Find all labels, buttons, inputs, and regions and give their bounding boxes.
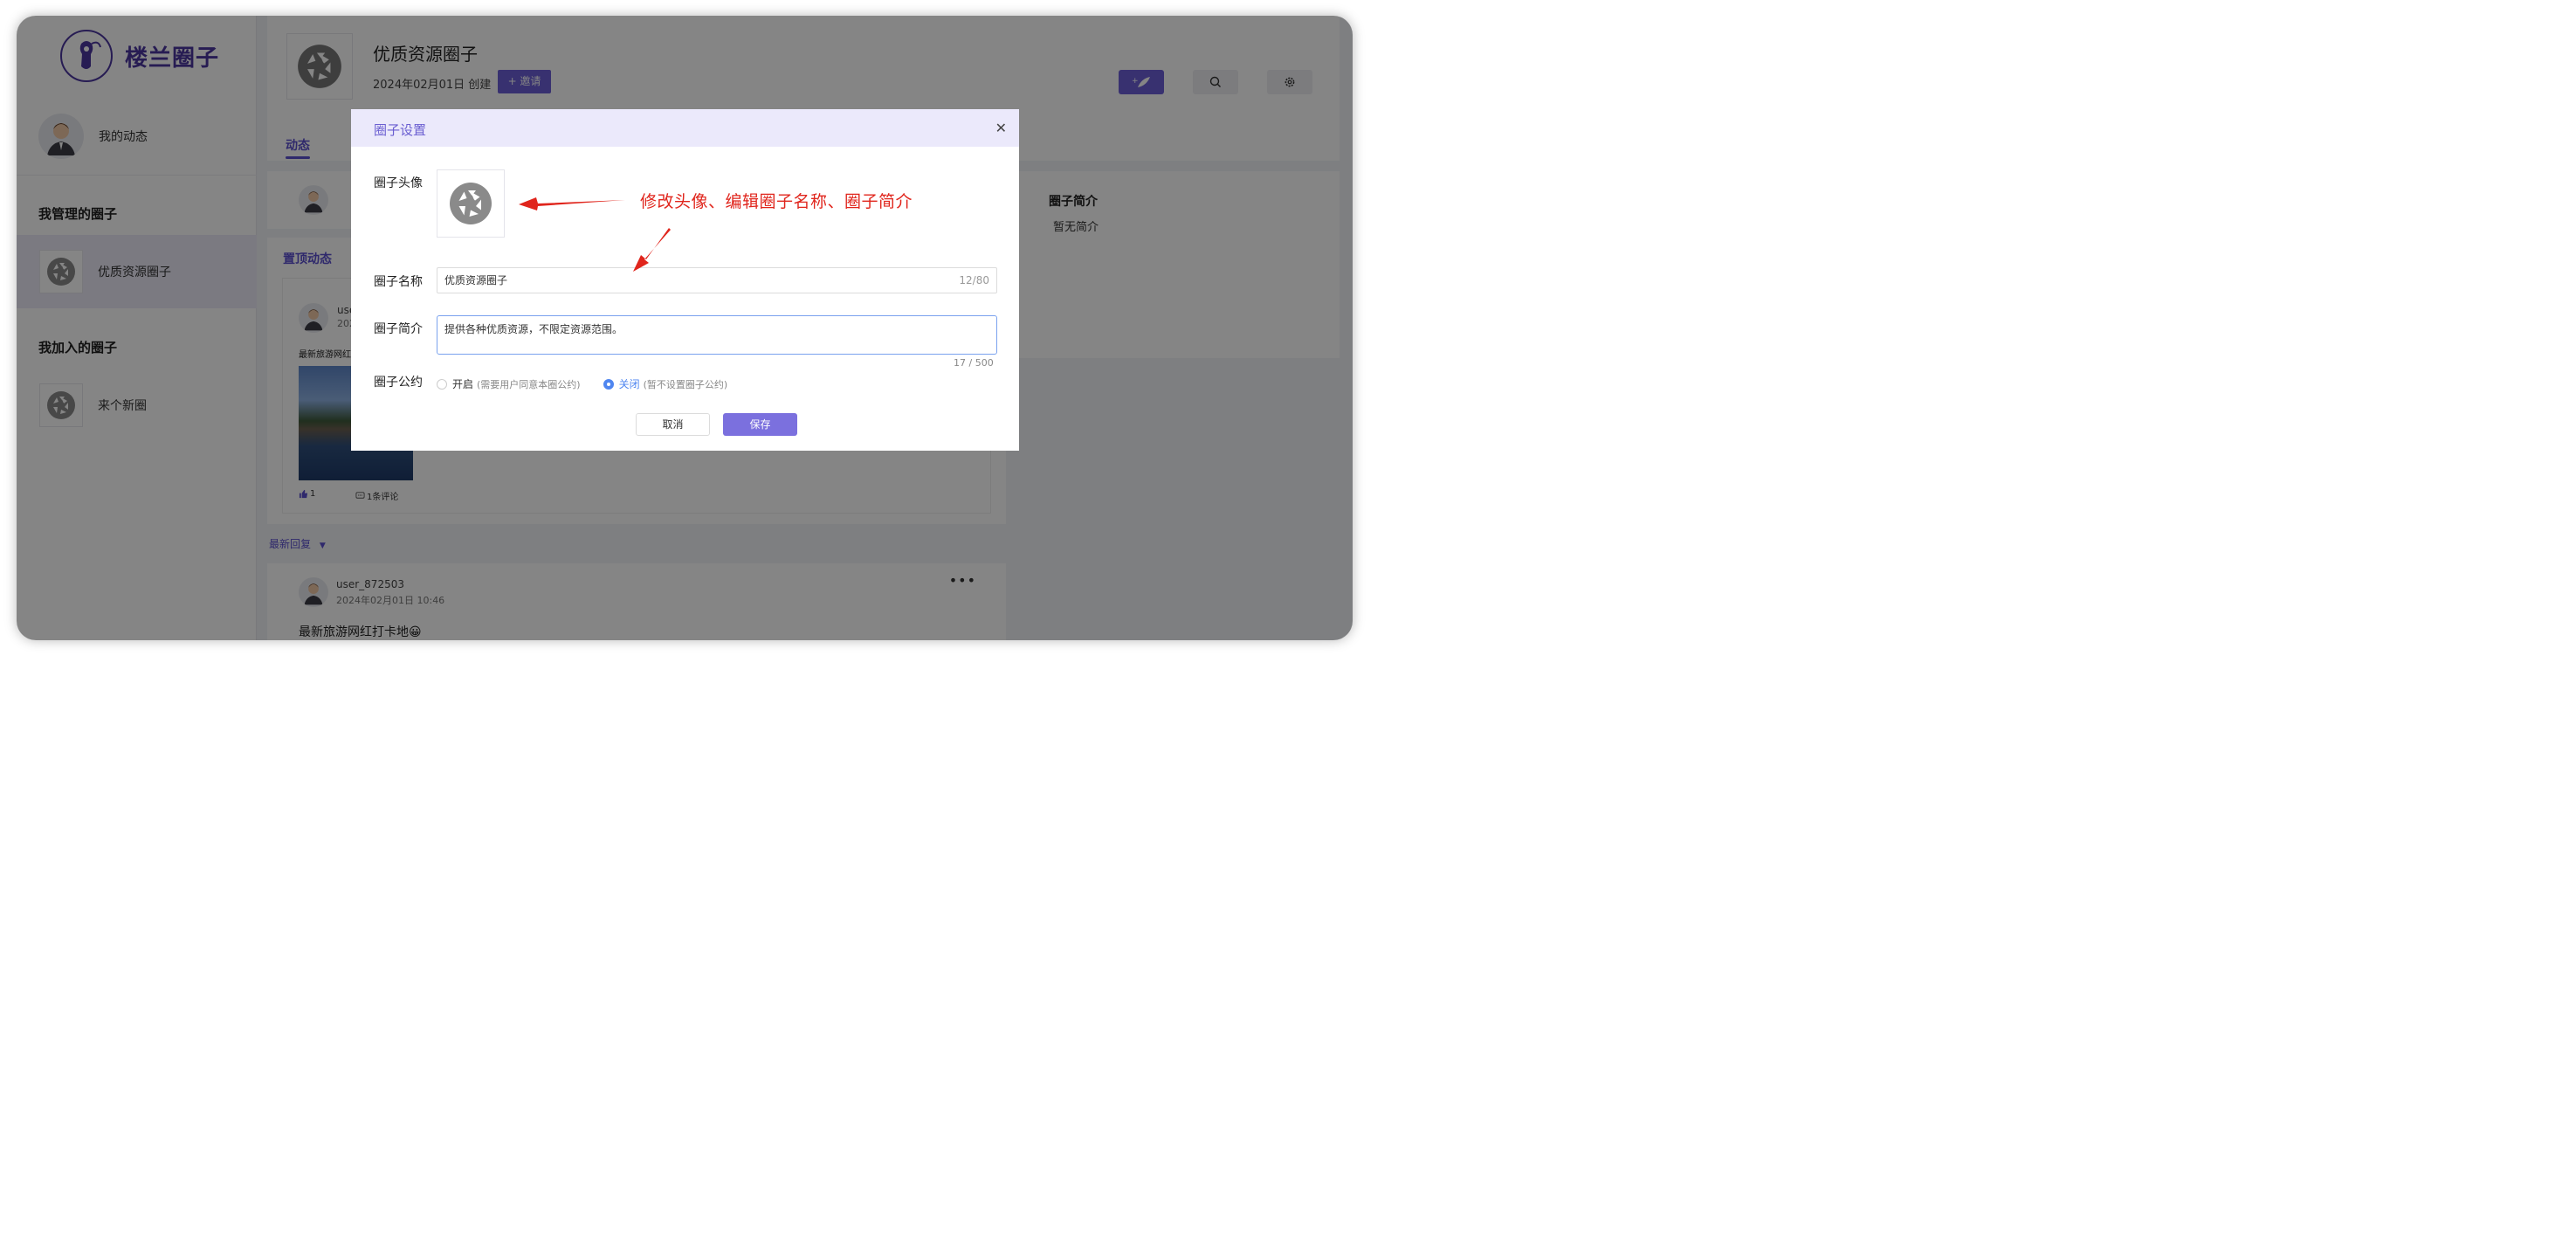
annotation-arrows	[519, 197, 671, 272]
arrow-down-icon	[633, 228, 671, 272]
arrow-left-icon	[519, 197, 625, 210]
annotation-note: 修改头像、编辑圈子名称、圈子简介	[640, 192, 913, 211]
